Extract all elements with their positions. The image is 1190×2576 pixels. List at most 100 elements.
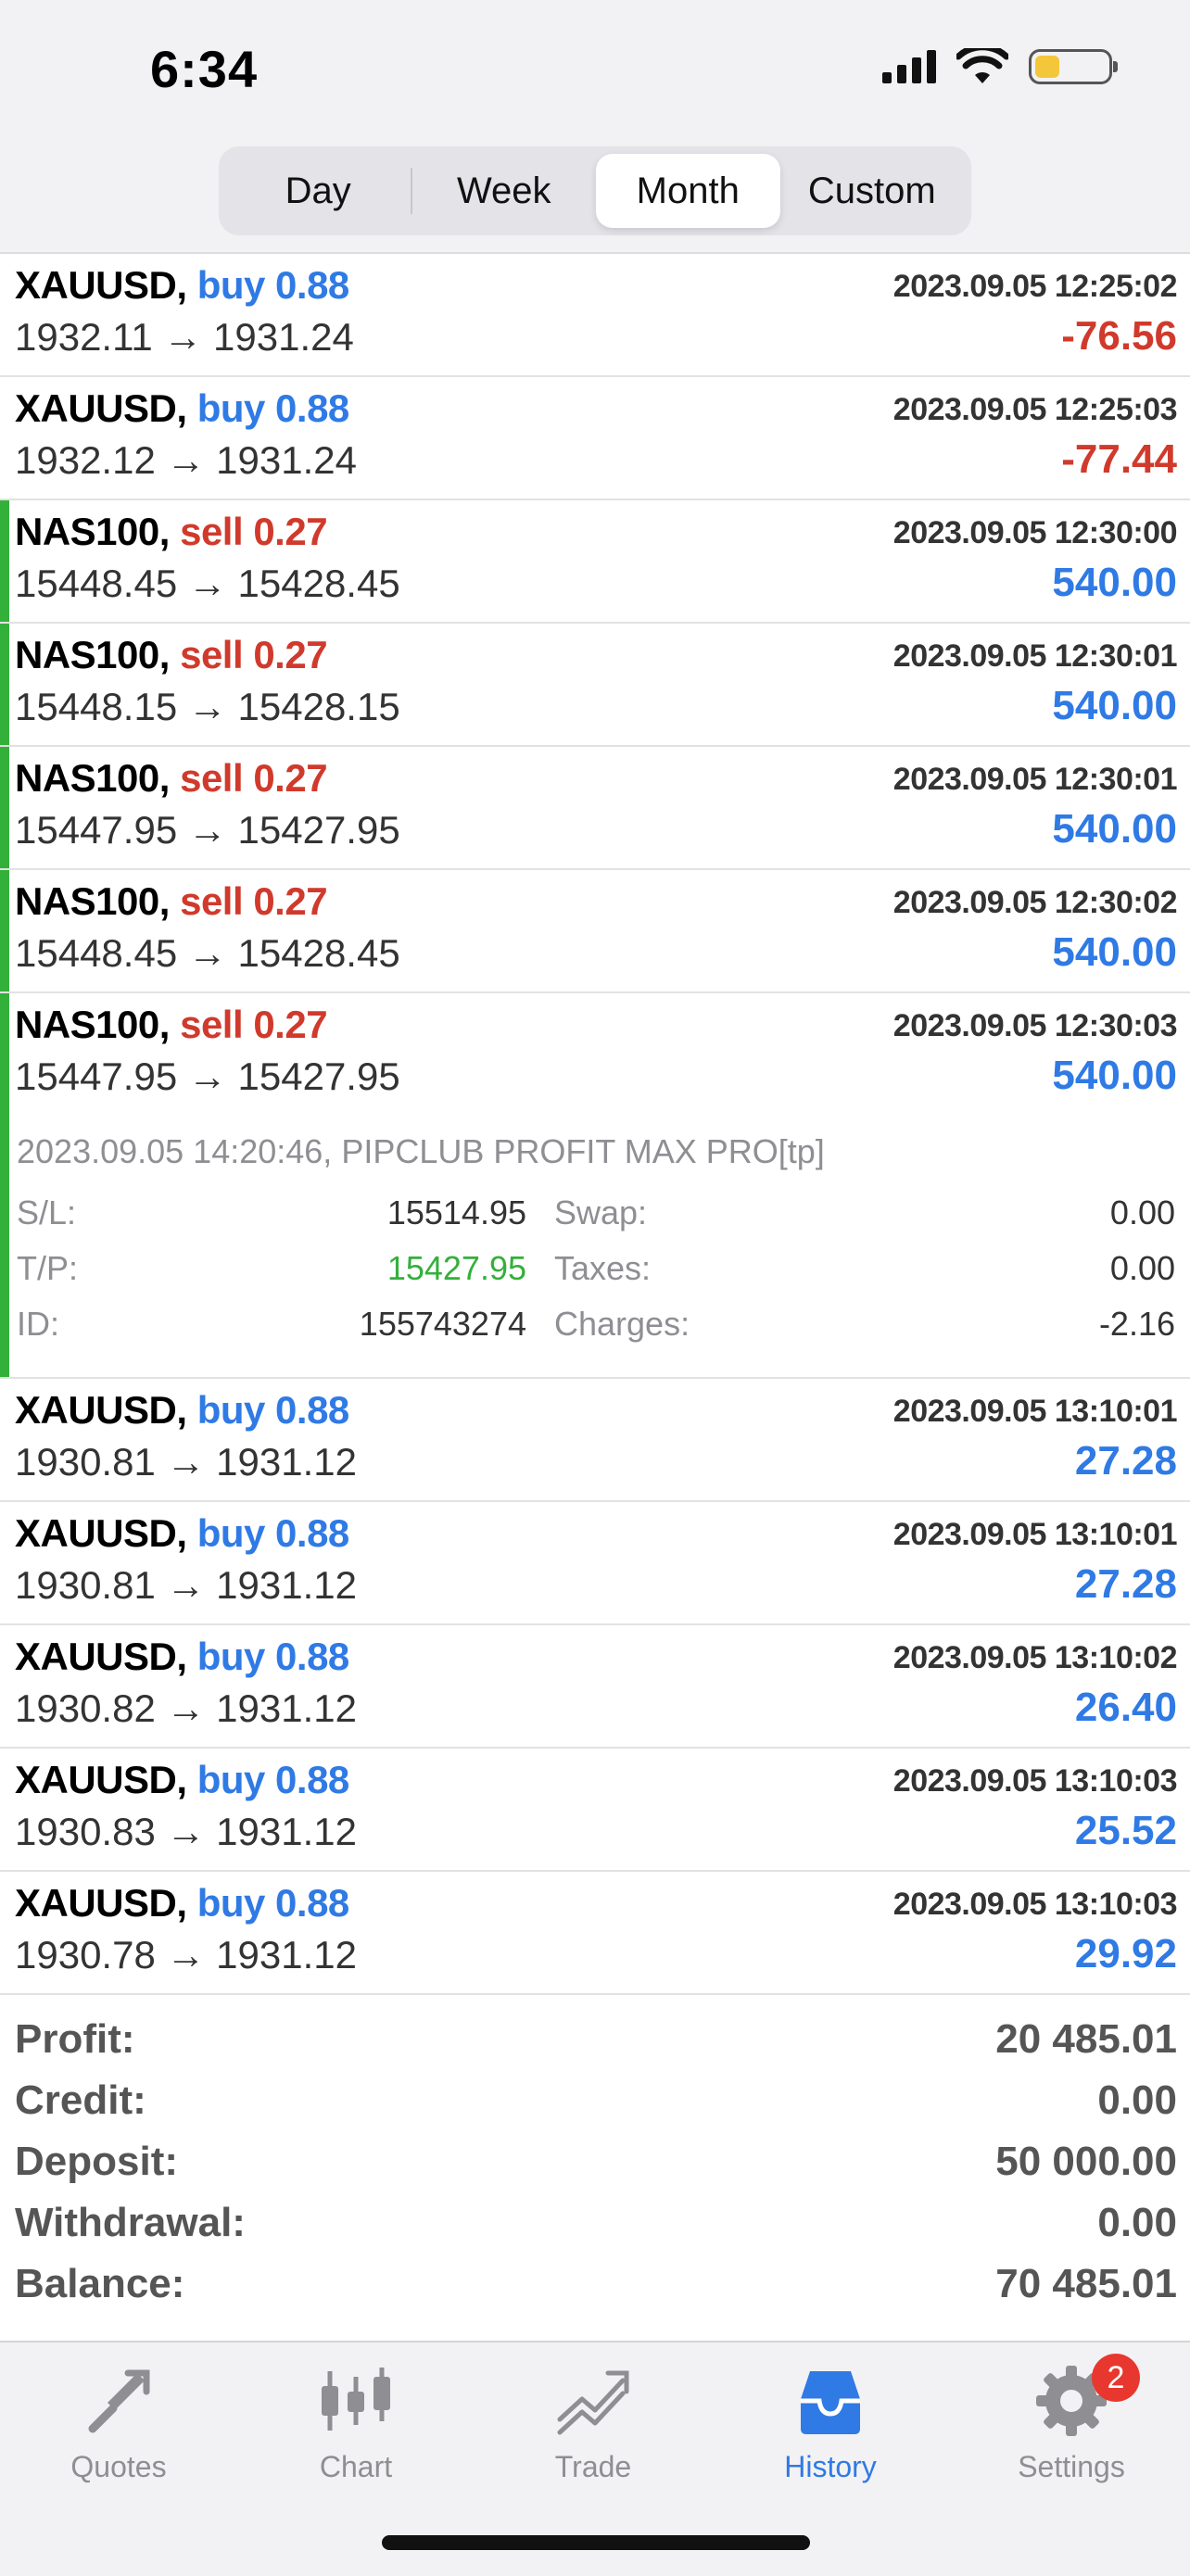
trade-row-expanded[interactable]: NAS100, sell 0.27 2023.09.05 12:30:03 15…	[0, 993, 1190, 1379]
trade-comment: 2023.09.05 14:20:46, PIPCLUB PROFIT MAX …	[17, 1132, 825, 1170]
trade-volume: 0.27	[253, 879, 328, 923]
trade-volume: 0.27	[253, 633, 328, 676]
trade-row[interactable]: XAUUSD, buy 0.88 2023.09.05 13:10:03 193…	[0, 1749, 1190, 1872]
trade-datetime: 2023.09.05 12:30:01	[892, 638, 1178, 674]
segment-month[interactable]: Month	[596, 154, 780, 228]
trade-prices: 15448.15 → 15428.15	[15, 685, 400, 728]
segment-custom[interactable]: Custom	[780, 154, 965, 228]
trade-datetime: 2023.09.05 12:25:03	[892, 392, 1178, 427]
trade-side: sell	[180, 756, 244, 800]
trade-side: buy	[196, 1388, 266, 1432]
tab-quotes[interactable]: Quotes	[0, 2361, 237, 2484]
trade-prices: 15447.95 → 15427.95	[15, 1054, 400, 1098]
settings-icon: 2	[953, 2354, 1190, 2441]
summary-value: 70 485.01	[995, 2261, 1177, 2306]
summary-label: Withdrawal:	[15, 2200, 246, 2245]
trade-row[interactable]: XAUUSD, buy 0.88 2023.09.05 13:10:02 193…	[0, 1625, 1190, 1749]
trade-side: sell	[180, 510, 244, 553]
trade-row[interactable]: XAUUSD, buy 0.88 2023.09.05 12:25:02 193…	[0, 254, 1190, 377]
trade-symbol: XAUUSD,	[15, 1388, 187, 1432]
trade-profit: 26.40	[1074, 1685, 1177, 1730]
trade-side: buy	[196, 1511, 266, 1555]
header: 6:34 Day Week Month Custom	[0, 0, 1190, 252]
trade-datetime: 2023.09.05 12:30:02	[892, 885, 1178, 920]
trade-side: sell	[180, 1003, 244, 1046]
trade-row[interactable]: XAUUSD, buy 0.88 2023.09.05 13:10:01 193…	[0, 1502, 1190, 1625]
tab-settings[interactable]: 2 Settings	[953, 2354, 1190, 2484]
trade-volume: 0.27	[253, 756, 328, 800]
trade-prices: 1932.11 → 1931.24	[15, 315, 354, 359]
summary-value: 50 000.00	[995, 2139, 1177, 2184]
home-indicator[interactable]	[382, 2535, 810, 2550]
summary-row-credit: Credit: 0.00	[0, 2070, 1190, 2131]
tp-value: 15427.95	[386, 1249, 526, 1287]
trade-volume: 0.88	[275, 263, 349, 307]
tab-trade[interactable]: Trade	[475, 2361, 712, 2484]
sl-value: 15514.95	[386, 1193, 526, 1231]
trade-row[interactable]: XAUUSD, buy 0.88 2023.09.05 12:25:03 193…	[0, 377, 1190, 500]
status-time: 6:34	[150, 40, 259, 98]
trade-profit: 25.52	[1074, 1808, 1177, 1853]
trade-profit: 540.00	[1052, 806, 1177, 852]
summary-value: 0.00	[1097, 2077, 1177, 2123]
trade-datetime: 2023.09.05 12:30:01	[892, 762, 1178, 797]
trade-prices: 1930.81 → 1931.12	[15, 1563, 357, 1607]
sl-label: S/L:	[17, 1193, 77, 1231]
trade-profit: 29.92	[1074, 1931, 1177, 1976]
trade-symbol: NAS100,	[15, 1003, 170, 1046]
trade-symbol: NAS100,	[15, 510, 170, 553]
summary-value: 20 485.01	[995, 2016, 1177, 2062]
trade-datetime: 2023.09.05 12:30:03	[892, 1008, 1178, 1043]
trade-profit: 540.00	[1052, 1053, 1177, 1098]
tab-label: Settings	[1018, 2450, 1125, 2483]
trade-prices: 15448.45 → 15428.45	[15, 931, 400, 975]
trade-volume: 0.27	[253, 1003, 328, 1046]
trade-volume: 0.88	[275, 386, 349, 430]
trade-volume: 0.88	[275, 1388, 349, 1432]
trade-datetime: 2023.09.05 13:10:03	[892, 1887, 1178, 1922]
settings-badge: 2	[1092, 2354, 1140, 2402]
trade-symbol: NAS100,	[15, 879, 170, 923]
account-summary: Profit: 20 485.01 Credit: 0.00 Deposit: …	[0, 2009, 1190, 2315]
segment-week[interactable]: Week	[412, 154, 597, 228]
trade-row[interactable]: XAUUSD, buy 0.88 2023.09.05 13:10:03 193…	[0, 1872, 1190, 1995]
id-value: 155743274	[359, 1305, 526, 1343]
trade-datetime: 2023.09.05 13:10:02	[892, 1640, 1178, 1675]
trade-datetime: 2023.09.05 13:10:03	[892, 1763, 1178, 1799]
summary-row-withdrawal: Withdrawal: 0.00	[0, 2192, 1190, 2254]
summary-label: Balance:	[15, 2261, 185, 2306]
trade-row[interactable]: NAS100, sell 0.27 2023.09.05 12:30:02 15…	[0, 870, 1190, 993]
trade-datetime: 2023.09.05 13:10:01	[892, 1394, 1178, 1429]
battery-icon	[1029, 49, 1118, 84]
trade-side: buy	[196, 386, 266, 430]
tab-label: Quotes	[70, 2450, 167, 2483]
summary-row-deposit: Deposit: 50 000.00	[0, 2131, 1190, 2192]
trade-volume: 0.88	[275, 1511, 349, 1555]
trade-prices: 15448.45 → 15428.45	[15, 562, 400, 605]
trade-row[interactable]: XAUUSD, buy 0.88 2023.09.05 13:10:01 193…	[0, 1379, 1190, 1502]
segment-day[interactable]: Day	[226, 154, 411, 228]
tp-label: T/P:	[17, 1249, 79, 1287]
period-segmented-control: Day Week Month Custom	[219, 146, 971, 235]
trade-row[interactable]: NAS100, sell 0.27 2023.09.05 12:30:00 15…	[0, 500, 1190, 624]
tab-chart[interactable]: Chart	[237, 2361, 475, 2484]
chart-icon	[237, 2361, 475, 2441]
trade-volume: 0.27	[253, 510, 328, 553]
trade-symbol: NAS100,	[15, 756, 170, 800]
trade-profit: 540.00	[1052, 929, 1177, 975]
taxes-label: Taxes:	[554, 1249, 652, 1287]
trade-prices: 15447.95 → 15427.95	[15, 808, 400, 852]
trade-row[interactable]: NAS100, sell 0.27 2023.09.05 12:30:01 15…	[0, 747, 1190, 870]
trade-side: buy	[196, 1758, 266, 1801]
summary-label: Profit:	[15, 2016, 135, 2062]
trade-profit: -77.44	[1061, 436, 1177, 482]
tab-history[interactable]: History	[712, 2361, 949, 2484]
trade-profit: -76.56	[1061, 313, 1177, 359]
taxes-value: 0.00	[1109, 1249, 1175, 1287]
trade-row[interactable]: NAS100, sell 0.27 2023.09.05 12:30:01 15…	[0, 624, 1190, 747]
history-list: XAUUSD, buy 0.88 2023.09.05 12:25:02 193…	[0, 252, 1190, 1995]
id-label: ID:	[17, 1305, 60, 1343]
trade-prices: 1930.83 → 1931.12	[15, 1810, 357, 1853]
trade-side: buy	[196, 1881, 266, 1925]
tab-label: Trade	[554, 2450, 632, 2483]
